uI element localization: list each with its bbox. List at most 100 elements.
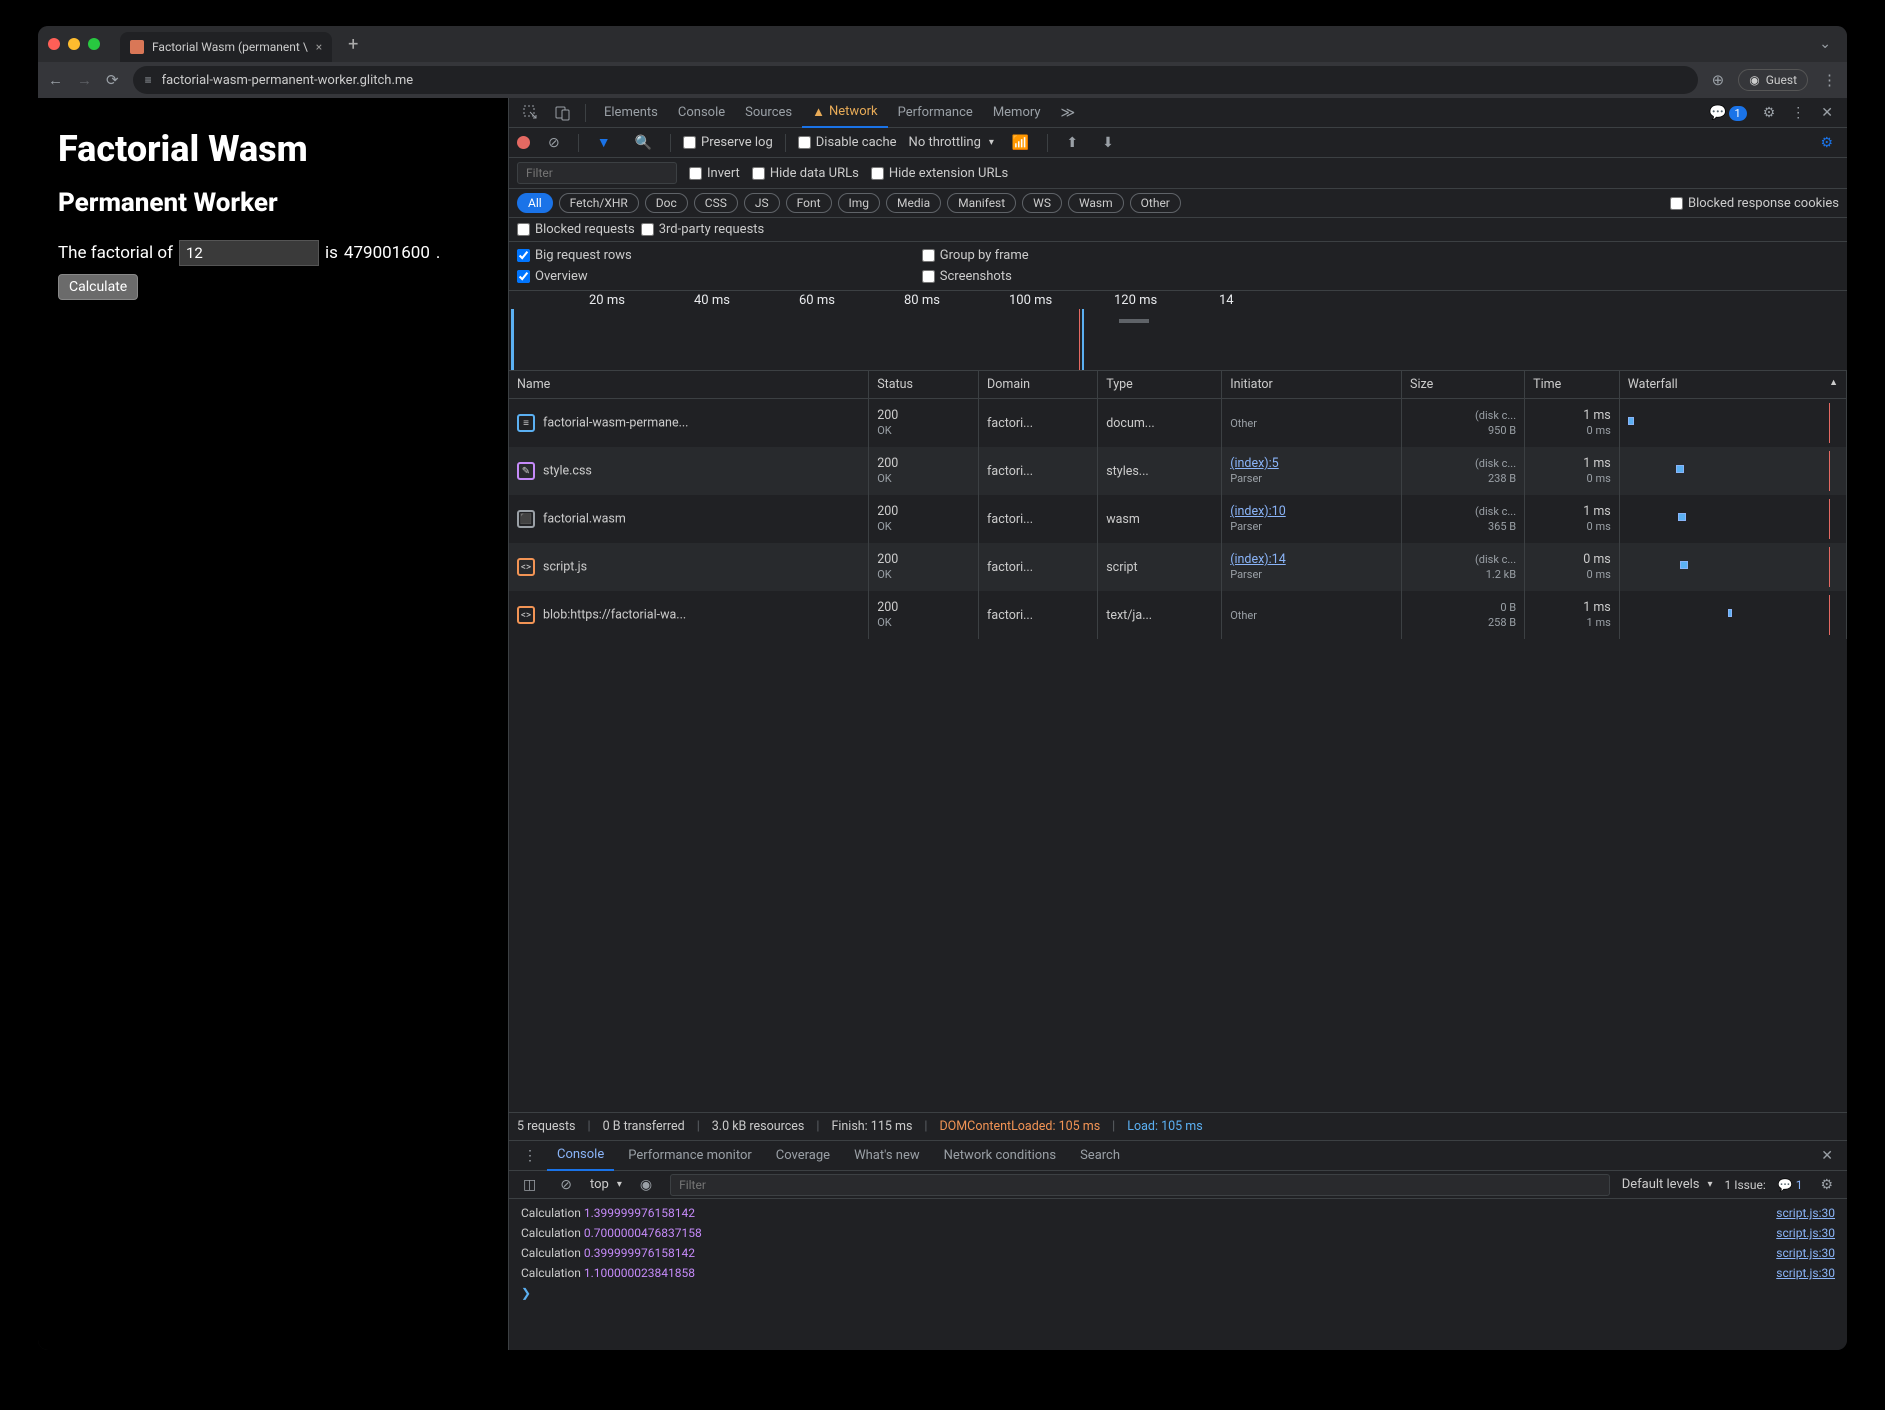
console-prompt[interactable]: ❯	[509, 1283, 1847, 1303]
drawer-tab-search[interactable]: Search	[1070, 1141, 1130, 1171]
devtools-tab-performance[interactable]: Performance	[888, 98, 983, 128]
column-header-type[interactable]: Type	[1098, 371, 1222, 399]
upload-har-icon[interactable]: ⬆	[1060, 135, 1084, 151]
log-source-link[interactable]: script.js:30	[1776, 1266, 1835, 1280]
log-source-link[interactable]: script.js:30	[1776, 1226, 1835, 1240]
console-sidebar-icon[interactable]: ◫	[517, 1177, 542, 1193]
record-button[interactable]	[517, 136, 530, 149]
zoom-icon[interactable]: ⊕	[1712, 71, 1725, 89]
console-filter-input[interactable]	[670, 1174, 1610, 1196]
filter-pill-other[interactable]: Other	[1130, 193, 1181, 213]
drawer-menu-icon[interactable]: ⋮	[517, 1148, 543, 1164]
network-row[interactable]: ⬛factorial.wasm200OKfactori...wasm(index…	[509, 495, 1847, 543]
filter-pill-img[interactable]: Img	[838, 193, 881, 213]
download-har-icon[interactable]: ⬇	[1096, 135, 1120, 151]
devtools-close-icon[interactable]: ✕	[1815, 105, 1839, 121]
group-by-frame-checkbox[interactable]: Group by frame	[922, 248, 1029, 263]
window-maximize-icon[interactable]	[88, 38, 100, 50]
reload-button[interactable]: ⟳	[106, 71, 119, 89]
filter-pill-js[interactable]: JS	[744, 193, 780, 213]
disable-cache-checkbox[interactable]: Disable cache	[798, 135, 897, 150]
column-header-initiator[interactable]: Initiator	[1222, 371, 1402, 399]
filter-pill-doc[interactable]: Doc	[645, 193, 688, 213]
site-info-icon[interactable]: ≡	[145, 73, 152, 87]
hide-extension-urls-checkbox[interactable]: Hide extension URLs	[871, 166, 1008, 181]
profile-button[interactable]: ◉ Guest	[1738, 69, 1808, 91]
console-settings-icon[interactable]: ⚙	[1814, 1177, 1839, 1193]
log-source-link[interactable]: script.js:30	[1776, 1206, 1835, 1220]
tab-close-icon[interactable]: ×	[316, 40, 322, 54]
network-row[interactable]: <>script.js200OKfactori...script(index):…	[509, 543, 1847, 591]
log-source-link[interactable]: script.js:30	[1776, 1246, 1835, 1260]
devtools-tab-memory[interactable]: Memory	[983, 98, 1051, 128]
filter-toggle-icon[interactable]: ▼	[591, 134, 617, 151]
drawer-tab-coverage[interactable]: Coverage	[766, 1141, 840, 1171]
filter-pill-css[interactable]: CSS	[694, 193, 738, 213]
devtools-tab-elements[interactable]: Elements	[594, 98, 668, 128]
log-levels-select[interactable]: Default levels	[1622, 1177, 1713, 1192]
chevron-down-icon[interactable]: ⌄	[1813, 36, 1837, 52]
hide-data-urls-checkbox[interactable]: Hide data URLs	[752, 166, 859, 181]
third-party-checkbox[interactable]: 3rd-party requests	[641, 222, 765, 237]
network-timeline[interactable]: 20 ms40 ms60 ms80 ms100 ms120 ms14	[509, 291, 1847, 371]
devtools-tab-sources[interactable]: Sources	[735, 98, 802, 128]
filter-pill-wasm[interactable]: Wasm	[1068, 193, 1124, 213]
drawer-close-icon[interactable]: ✕	[1815, 1148, 1839, 1164]
issues-icon[interactable]: 💬1	[1703, 105, 1753, 121]
drawer-tab-console[interactable]: Console	[547, 1141, 614, 1171]
network-row[interactable]: ≡factorial-wasm-permane...200OKfactori..…	[509, 399, 1847, 448]
devtools-tab-console[interactable]: Console	[668, 98, 735, 128]
preserve-log-checkbox[interactable]: Preserve log	[683, 135, 773, 150]
live-expression-icon[interactable]: ◉	[634, 1177, 658, 1193]
filter-pill-fetch-xhr[interactable]: Fetch/XHR	[559, 193, 639, 213]
column-header-time[interactable]: Time	[1525, 371, 1620, 399]
issue-link[interactable]: 💬 1	[1778, 1178, 1803, 1192]
device-toggle-icon[interactable]	[549, 105, 577, 121]
forward-button[interactable]: →	[77, 71, 92, 89]
network-row[interactable]: <>blob:https://factorial-wa...200OKfacto…	[509, 591, 1847, 639]
filter-pill-font[interactable]: Font	[786, 193, 832, 213]
throttling-select[interactable]: No throttling	[909, 135, 994, 150]
network-filter-input[interactable]	[517, 162, 677, 184]
window-minimize-icon[interactable]	[68, 38, 80, 50]
column-header-name[interactable]: Name	[509, 371, 869, 399]
search-icon[interactable]: 🔍	[629, 135, 658, 151]
screenshots-checkbox[interactable]: Screenshots	[922, 269, 1029, 284]
column-header-status[interactable]: Status	[869, 371, 979, 399]
filter-pill-media[interactable]: Media	[886, 193, 941, 213]
drawer-tab-what's-new[interactable]: What's new	[844, 1141, 930, 1171]
more-tabs-icon[interactable]: ≫	[1055, 105, 1082, 121]
blocked-cookies-checkbox[interactable]: Blocked response cookies	[1670, 196, 1839, 211]
column-header-domain[interactable]: Domain	[979, 371, 1098, 399]
drawer-tab-performance-monitor[interactable]: Performance monitor	[618, 1141, 762, 1171]
column-header-size[interactable]: Size	[1402, 371, 1525, 399]
new-tab-button[interactable]: +	[348, 34, 358, 55]
network-table[interactable]: NameStatusDomainTypeInitiatorSizeTimeWat…	[509, 371, 1847, 1112]
inspect-icon[interactable]	[517, 105, 545, 121]
browser-menu-icon[interactable]: ⋮	[1822, 71, 1837, 89]
drawer-tab-network-conditions[interactable]: Network conditions	[934, 1141, 1066, 1171]
clear-icon[interactable]: ⊘	[542, 135, 566, 151]
devtools-menu-icon[interactable]: ⋮	[1785, 105, 1811, 121]
invert-checkbox[interactable]: Invert	[689, 166, 740, 181]
overview-checkbox[interactable]: Overview	[517, 269, 632, 284]
network-conditions-icon[interactable]: 📶	[1006, 135, 1035, 151]
big-rows-checkbox[interactable]: Big request rows	[517, 248, 632, 263]
console-clear-icon[interactable]: ⊘	[554, 1177, 578, 1193]
filter-pill-ws[interactable]: WS	[1022, 193, 1062, 213]
network-settings-icon[interactable]: ⚙	[1814, 135, 1839, 151]
devtools-tab-network[interactable]: ▲Network	[802, 98, 887, 128]
address-bar[interactable]: ≡ factorial-wasm-permanent-worker.glitch…	[133, 66, 1698, 94]
window-close-icon[interactable]	[48, 38, 60, 50]
context-select[interactable]: top	[590, 1177, 622, 1192]
calculate-button[interactable]: Calculate	[58, 274, 138, 300]
network-row[interactable]: ✎style.css200OKfactori...styles...(index…	[509, 447, 1847, 495]
back-button[interactable]: ←	[48, 71, 63, 89]
settings-icon[interactable]: ⚙	[1757, 105, 1782, 121]
column-header-waterfall[interactable]: Waterfall▲	[1619, 371, 1846, 399]
browser-tab[interactable]: Factorial Wasm (permanent \ ×	[120, 32, 332, 62]
filter-pill-manifest[interactable]: Manifest	[947, 193, 1016, 213]
filter-pill-all[interactable]: All	[517, 193, 553, 213]
factorial-input[interactable]	[179, 240, 319, 266]
blocked-requests-checkbox[interactable]: Blocked requests	[517, 222, 635, 237]
